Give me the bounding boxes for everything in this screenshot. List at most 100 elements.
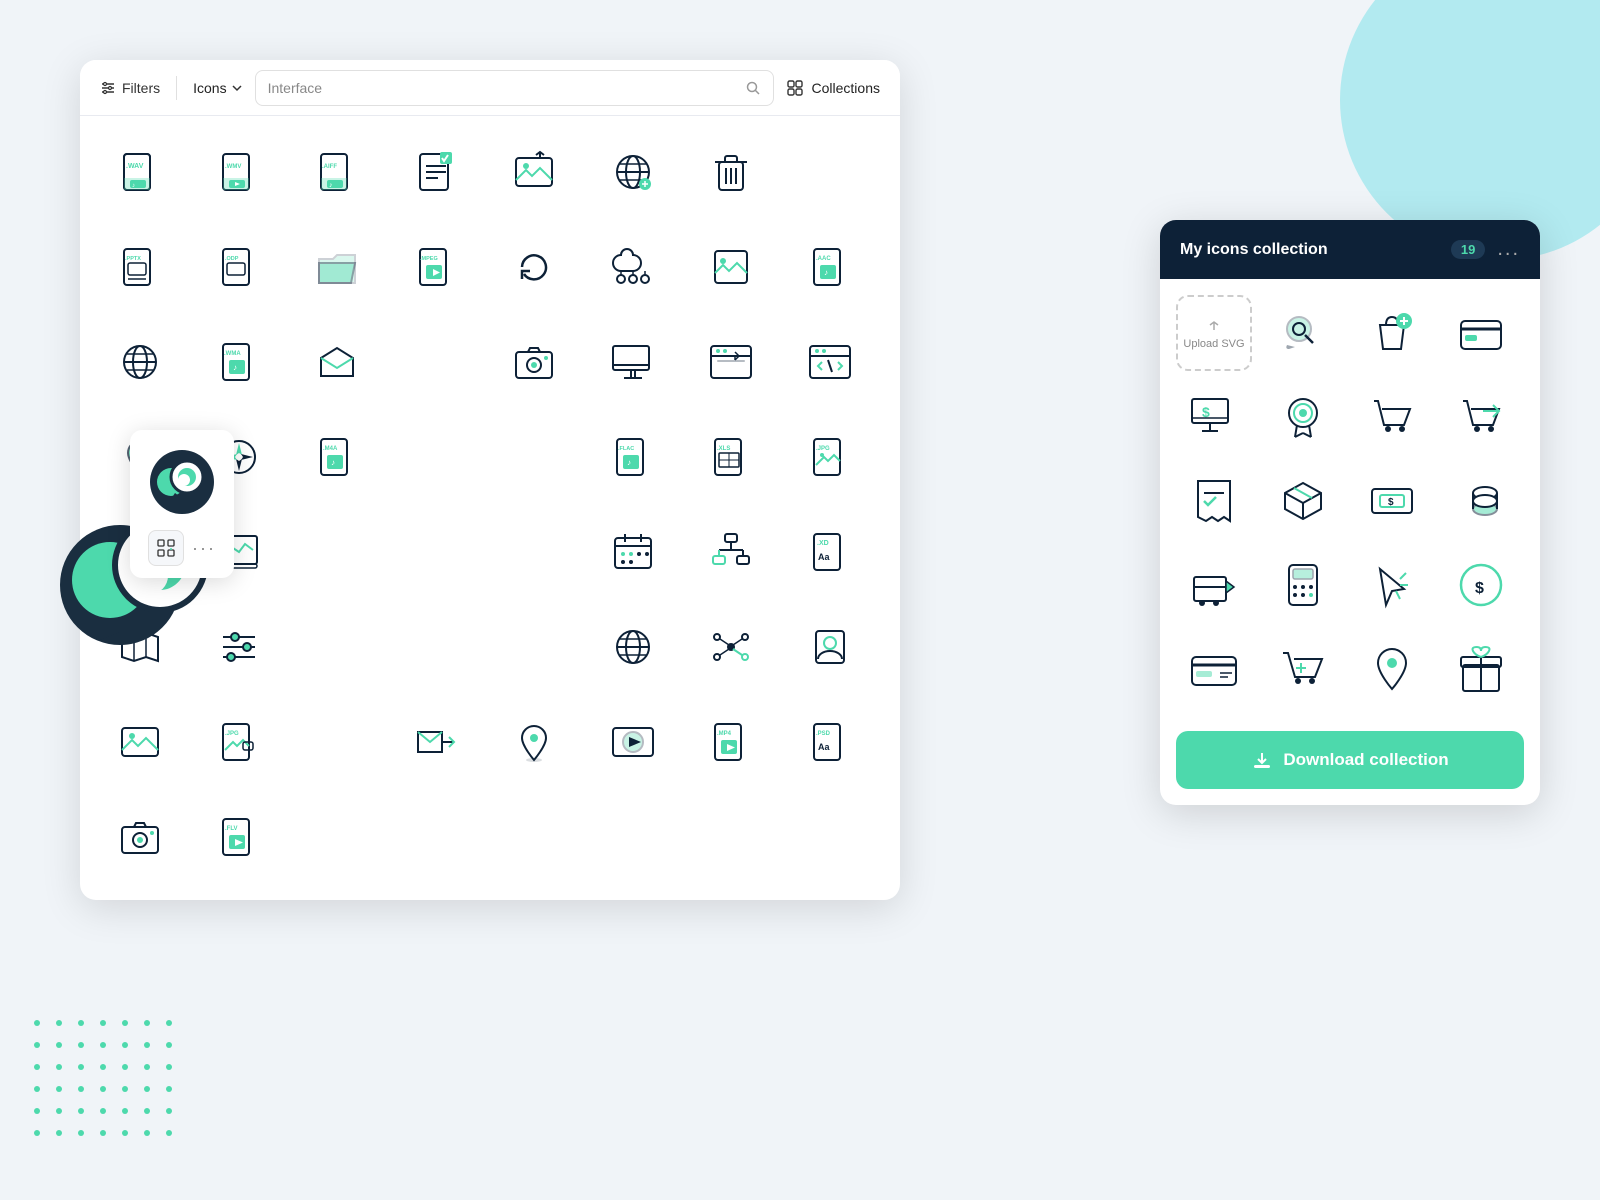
icon-xls[interactable]: .XLS (691, 417, 771, 497)
chevron-down-icon (231, 82, 243, 94)
filters-button[interactable]: Filters (100, 80, 160, 96)
icon-jpg[interactable]: .JPG (790, 417, 870, 497)
icon-globe[interactable] (593, 132, 673, 212)
svg-text:♪: ♪ (132, 183, 135, 189)
svg-text:.WMV: .WMV (225, 164, 241, 170)
icon-landscape[interactable] (100, 702, 180, 782)
coll-icon-location-shop[interactable] (1354, 631, 1430, 707)
coll-icon-gift[interactable] (1443, 631, 1519, 707)
coll-icon-credit-card[interactable] (1443, 295, 1519, 371)
coll-icon-credit-card2[interactable] (1176, 631, 1252, 707)
icon-browser[interactable] (691, 322, 771, 402)
svg-text:.MP4: .MP4 (717, 731, 732, 737)
coll-icon-shopping-bag[interactable] (1354, 295, 1430, 371)
icon-network[interactable] (691, 607, 771, 687)
toolbar: Filters Icons Interface Collections (80, 60, 900, 116)
svg-text:♪: ♪ (824, 268, 828, 277)
icon-hierarchy[interactable] (691, 512, 771, 592)
download-collection-button[interactable]: Download collection (1176, 731, 1524, 789)
svg-text:.M4A: .M4A (323, 446, 338, 452)
svg-text:.AAC: .AAC (816, 256, 831, 262)
coll-icon-award[interactable] (1265, 379, 1341, 455)
coll-icon-cursor[interactable] (1354, 547, 1430, 623)
icons-dropdown[interactable]: Icons (193, 80, 242, 96)
coll-icon-chat-search[interactable] (1265, 295, 1341, 371)
icon-email-send[interactable] (396, 702, 476, 782)
icon-empty-11 (297, 702, 377, 782)
icon-profile[interactable] (790, 607, 870, 687)
coll-icon-cart-arrow[interactable] (1443, 379, 1519, 455)
coll-icon-coins[interactable] (1443, 463, 1519, 539)
icon-video-player[interactable] (593, 702, 673, 782)
icon-cloud-network[interactable] (593, 227, 673, 307)
icon-m4a[interactable]: .M4A ♪ (297, 417, 377, 497)
icon-image-frame[interactable] (691, 227, 771, 307)
icon-calendar[interactable] (593, 512, 673, 592)
icon-camera2[interactable] (100, 797, 180, 877)
icon-empty-4 (494, 417, 574, 497)
coll-icon-shipping[interactable] (1176, 547, 1252, 623)
hover-actions: ··· (148, 530, 216, 566)
icon-browser-code[interactable] (790, 322, 870, 402)
icon-globe2[interactable] (100, 322, 180, 402)
icon-globe-small[interactable] (593, 607, 673, 687)
icon-empty-5 (297, 512, 377, 592)
icon-wav[interactable]: .WAV ♪ (100, 132, 180, 212)
svg-text:Aa: Aa (818, 742, 830, 752)
icon-odp[interactable]: .ODP (199, 227, 279, 307)
svg-text:.MPEG: .MPEG (420, 256, 438, 262)
dot-grid-decoration (30, 1016, 176, 1140)
coll-icon-dollar-bill[interactable]: $ (1354, 463, 1430, 539)
coll-icon-package[interactable] (1265, 463, 1341, 539)
icon-empty-2 (396, 322, 476, 402)
collections-button[interactable]: Collections (786, 79, 880, 97)
collections-more-btn[interactable]: ... (1497, 238, 1520, 261)
icon-xd[interactable]: .XD Aa (790, 512, 870, 592)
icon-psd[interactable]: .PSD Aa (790, 702, 870, 782)
download-icon (1251, 749, 1273, 771)
icon-wmv[interactable]: .WMV (199, 132, 279, 212)
svg-text:Aa: Aa (818, 552, 830, 562)
icon-document[interactable] (396, 132, 476, 212)
coll-icon-cart[interactable] (1354, 379, 1430, 455)
collections-header: My icons collection 19 ... (1160, 220, 1540, 279)
svg-text:.JPG: .JPG (225, 731, 239, 737)
icon-location-pin2[interactable] (494, 702, 574, 782)
icon-aiff[interactable]: .AIFF ♪ (297, 132, 377, 212)
coll-icon-receipt[interactable] (1176, 463, 1252, 539)
svg-text:.FLAC: .FLAC (618, 446, 634, 452)
icons-dropdown-label: Icons (193, 80, 226, 96)
collections-label: Collections (812, 80, 880, 96)
icon-flac[interactable]: .FLAC ♪ (593, 417, 673, 497)
icon-mpeg[interactable]: .MPEG (396, 227, 476, 307)
svg-text:.WMA: .WMA (224, 351, 241, 357)
collections-panel: My icons collection 19 ... Upload SVG (1160, 220, 1540, 805)
hover-more[interactable]: ··· (192, 538, 216, 559)
collections-title: My icons collection (1180, 241, 1439, 259)
coll-icon-dollar-monitor[interactable]: $ (1176, 379, 1252, 455)
icon-mp4[interactable]: .MP4 (691, 702, 771, 782)
svg-text:♪: ♪ (331, 458, 335, 467)
collections-icon (786, 79, 804, 97)
search-area[interactable]: Interface (255, 70, 774, 106)
icon-pptx[interactable]: .PPTX (100, 227, 180, 307)
search-value: Interface (268, 80, 737, 96)
add-to-collection-btn[interactable] (148, 530, 184, 566)
coll-icon-calculator[interactable] (1265, 547, 1341, 623)
icon-wma[interactable]: .WMA ♪ (199, 322, 279, 402)
upload-svg-cell[interactable]: Upload SVG (1176, 295, 1252, 371)
icon-camera[interactable] (494, 322, 574, 402)
icon-refresh[interactable] (494, 227, 574, 307)
icon-flv[interactable]: .FLV (199, 797, 279, 877)
icon-jpg2[interactable]: .JPG (199, 702, 279, 782)
filters-icon (100, 80, 116, 96)
icon-display[interactable] (593, 322, 673, 402)
coll-icon-dollar-circle[interactable]: $ (1443, 547, 1519, 623)
coll-icon-cart-add[interactable] (1265, 631, 1341, 707)
icon-aac[interactable]: .AAC ♪ (790, 227, 870, 307)
icon-email-open[interactable] (297, 322, 377, 402)
icon-folder-open[interactable] (297, 227, 377, 307)
icon-trash[interactable] (691, 132, 771, 212)
icon-image-upload[interactable] (494, 132, 574, 212)
icon-empty-1 (790, 132, 870, 212)
